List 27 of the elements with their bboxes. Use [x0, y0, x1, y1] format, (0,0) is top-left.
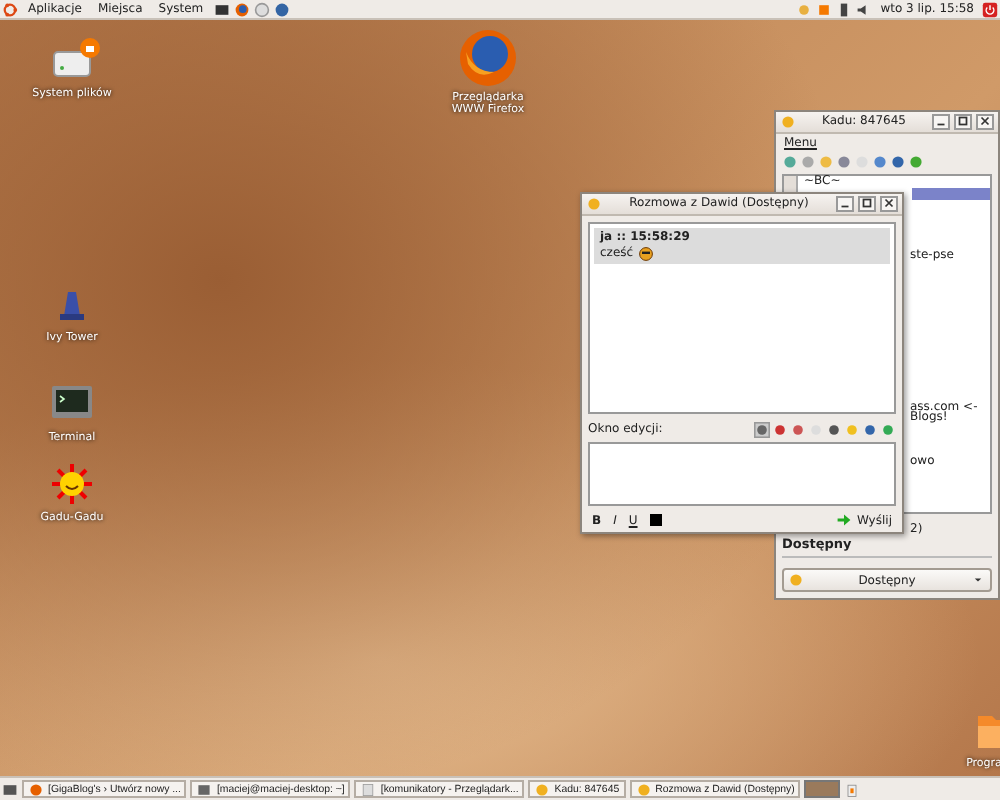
globe-icon	[28, 781, 44, 797]
color-picker[interactable]	[649, 514, 662, 526]
message-input[interactable]	[588, 441, 896, 506]
close-button[interactable]	[880, 195, 898, 212]
emoticon-icon	[637, 245, 654, 262]
network-tray-icon[interactable]	[836, 1, 853, 17]
sun-icon	[635, 781, 652, 797]
close-button[interactable]	[976, 113, 994, 130]
sun-icon	[780, 113, 796, 130]
maximize-button[interactable]	[858, 195, 876, 212]
page-icon	[360, 781, 377, 797]
toolbar-icon[interactable]	[754, 421, 770, 438]
power-icon[interactable]	[982, 1, 998, 17]
terminal-icon	[196, 781, 213, 797]
terminal-launcher-icon[interactable]	[213, 1, 230, 17]
maximize-button[interactable]	[954, 113, 972, 130]
ubuntu-logo-icon[interactable]	[2, 1, 18, 17]
workspace-switcher[interactable]	[804, 780, 841, 798]
show-desktop-icon[interactable]	[2, 781, 18, 797]
sun-icon	[534, 781, 551, 797]
contact-row[interactable]	[912, 187, 990, 200]
globe-launcher-icon[interactable]	[233, 1, 250, 17]
trash-icon[interactable]	[844, 781, 861, 797]
globe-fox-icon[interactable]	[458, 28, 518, 88]
sun-icon	[586, 195, 602, 212]
arrow-icon	[836, 512, 853, 528]
sun-icon	[788, 572, 804, 589]
